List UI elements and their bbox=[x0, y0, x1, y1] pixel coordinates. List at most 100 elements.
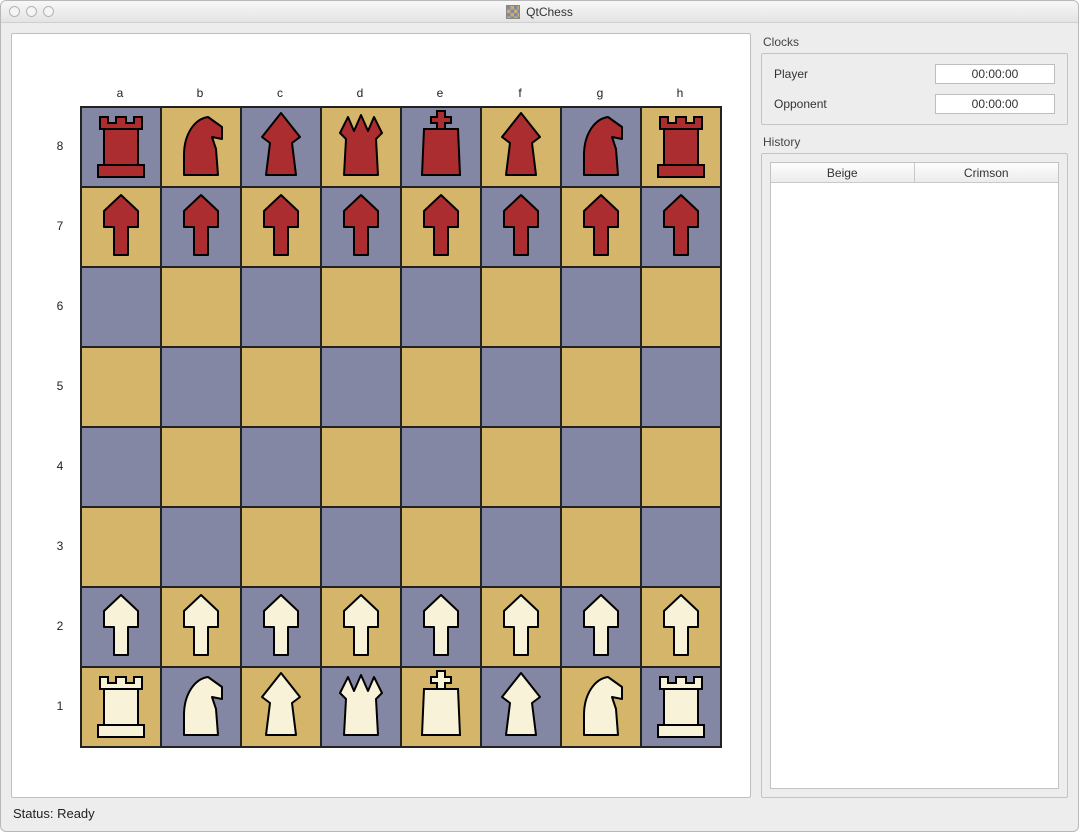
square-b2[interactable] bbox=[161, 587, 241, 667]
beige-pawn-icon[interactable] bbox=[166, 589, 236, 664]
square-d2[interactable] bbox=[321, 587, 401, 667]
square-d1[interactable] bbox=[321, 667, 401, 747]
beige-pawn-icon[interactable] bbox=[406, 589, 476, 664]
square-h4[interactable] bbox=[641, 427, 721, 507]
square-c3[interactable] bbox=[241, 507, 321, 587]
square-a2[interactable] bbox=[81, 587, 161, 667]
square-b7[interactable] bbox=[161, 187, 241, 267]
square-e8[interactable] bbox=[401, 107, 481, 187]
square-f8[interactable] bbox=[481, 107, 561, 187]
beige-pawn-icon[interactable] bbox=[246, 589, 316, 664]
square-a4[interactable] bbox=[81, 427, 161, 507]
square-c6[interactable] bbox=[241, 267, 321, 347]
history-col-beige[interactable]: Beige bbox=[771, 163, 915, 182]
square-b1[interactable] bbox=[161, 667, 241, 747]
history-table[interactable]: Beige Crimson bbox=[770, 162, 1059, 789]
crimson-rook-icon[interactable] bbox=[646, 109, 716, 184]
beige-pawn-icon[interactable] bbox=[486, 589, 556, 664]
square-g2[interactable] bbox=[561, 587, 641, 667]
square-h5[interactable] bbox=[641, 347, 721, 427]
square-f4[interactable] bbox=[481, 427, 561, 507]
square-h2[interactable] bbox=[641, 587, 721, 667]
minimize-icon[interactable] bbox=[26, 6, 37, 17]
square-e6[interactable] bbox=[401, 267, 481, 347]
square-h1[interactable] bbox=[641, 667, 721, 747]
square-a3[interactable] bbox=[81, 507, 161, 587]
beige-knight-icon[interactable] bbox=[566, 669, 636, 744]
square-b3[interactable] bbox=[161, 507, 241, 587]
crimson-knight-icon[interactable] bbox=[166, 109, 236, 184]
square-e5[interactable] bbox=[401, 347, 481, 427]
chess-board[interactable] bbox=[80, 106, 722, 748]
beige-knight-icon[interactable] bbox=[166, 669, 236, 744]
square-c7[interactable] bbox=[241, 187, 321, 267]
square-e7[interactable] bbox=[401, 187, 481, 267]
crimson-pawn-icon[interactable] bbox=[166, 189, 236, 264]
square-f5[interactable] bbox=[481, 347, 561, 427]
square-h7[interactable] bbox=[641, 187, 721, 267]
beige-pawn-icon[interactable] bbox=[646, 589, 716, 664]
square-b5[interactable] bbox=[161, 347, 241, 427]
square-g5[interactable] bbox=[561, 347, 641, 427]
square-d5[interactable] bbox=[321, 347, 401, 427]
crimson-queen-icon[interactable] bbox=[326, 109, 396, 184]
square-d8[interactable] bbox=[321, 107, 401, 187]
close-icon[interactable] bbox=[9, 6, 20, 17]
beige-rook-icon[interactable] bbox=[646, 669, 716, 744]
square-e3[interactable] bbox=[401, 507, 481, 587]
square-g6[interactable] bbox=[561, 267, 641, 347]
beige-king-icon[interactable] bbox=[406, 669, 476, 744]
square-g4[interactable] bbox=[561, 427, 641, 507]
square-h3[interactable] bbox=[641, 507, 721, 587]
square-a1[interactable] bbox=[81, 667, 161, 747]
square-g1[interactable] bbox=[561, 667, 641, 747]
square-f1[interactable] bbox=[481, 667, 561, 747]
square-e1[interactable] bbox=[401, 667, 481, 747]
crimson-pawn-icon[interactable] bbox=[406, 189, 476, 264]
square-g3[interactable] bbox=[561, 507, 641, 587]
beige-pawn-icon[interactable] bbox=[566, 589, 636, 664]
square-c1[interactable] bbox=[241, 667, 321, 747]
beige-rook-icon[interactable] bbox=[86, 669, 156, 744]
square-d4[interactable] bbox=[321, 427, 401, 507]
beige-queen-icon[interactable] bbox=[326, 669, 396, 744]
square-b6[interactable] bbox=[161, 267, 241, 347]
square-f3[interactable] bbox=[481, 507, 561, 587]
square-d6[interactable] bbox=[321, 267, 401, 347]
crimson-pawn-icon[interactable] bbox=[646, 189, 716, 264]
titlebar[interactable]: QtChess bbox=[1, 1, 1078, 23]
square-g7[interactable] bbox=[561, 187, 641, 267]
square-g8[interactable] bbox=[561, 107, 641, 187]
crimson-bishop-icon[interactable] bbox=[246, 109, 316, 184]
beige-bishop-icon[interactable] bbox=[486, 669, 556, 744]
square-h6[interactable] bbox=[641, 267, 721, 347]
crimson-pawn-icon[interactable] bbox=[566, 189, 636, 264]
crimson-pawn-icon[interactable] bbox=[326, 189, 396, 264]
beige-bishop-icon[interactable] bbox=[246, 669, 316, 744]
crimson-pawn-icon[interactable] bbox=[86, 189, 156, 264]
square-d7[interactable] bbox=[321, 187, 401, 267]
square-b8[interactable] bbox=[161, 107, 241, 187]
square-f7[interactable] bbox=[481, 187, 561, 267]
square-a5[interactable] bbox=[81, 347, 161, 427]
crimson-rook-icon[interactable] bbox=[86, 109, 156, 184]
square-a6[interactable] bbox=[81, 267, 161, 347]
square-e4[interactable] bbox=[401, 427, 481, 507]
square-c4[interactable] bbox=[241, 427, 321, 507]
square-d3[interactable] bbox=[321, 507, 401, 587]
square-f6[interactable] bbox=[481, 267, 561, 347]
crimson-pawn-icon[interactable] bbox=[246, 189, 316, 264]
beige-pawn-icon[interactable] bbox=[86, 589, 156, 664]
square-a8[interactable] bbox=[81, 107, 161, 187]
square-h8[interactable] bbox=[641, 107, 721, 187]
history-col-crimson[interactable]: Crimson bbox=[915, 163, 1059, 182]
crimson-king-icon[interactable] bbox=[406, 109, 476, 184]
beige-pawn-icon[interactable] bbox=[326, 589, 396, 664]
square-c5[interactable] bbox=[241, 347, 321, 427]
square-b4[interactable] bbox=[161, 427, 241, 507]
square-c8[interactable] bbox=[241, 107, 321, 187]
square-f2[interactable] bbox=[481, 587, 561, 667]
square-a7[interactable] bbox=[81, 187, 161, 267]
square-c2[interactable] bbox=[241, 587, 321, 667]
crimson-bishop-icon[interactable] bbox=[486, 109, 556, 184]
